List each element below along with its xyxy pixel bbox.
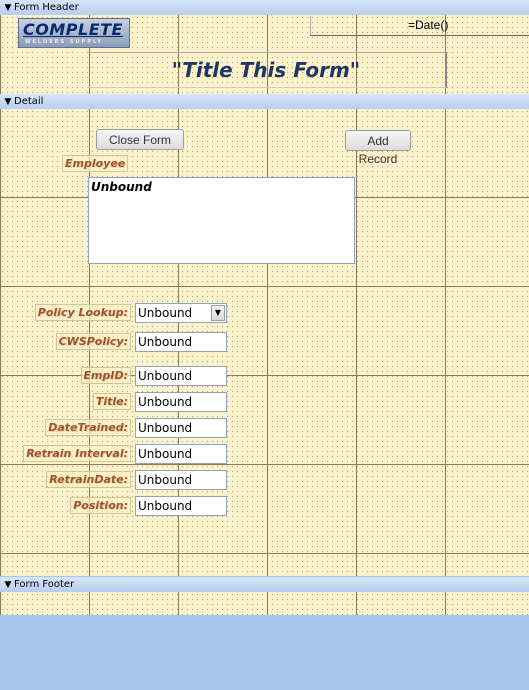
form-footer-grid [0,592,529,615]
detail-bar[interactable]: ▼ Detail [0,94,529,110]
form-header-bar[interactable]: ▼ Form Header [0,0,529,16]
empid-label: EmpID: [80,367,131,384]
cwspolicy-textbox[interactable]: Unbound [135,332,227,352]
company-logo[interactable]: COMPLETE WELDERS SUPPLY [18,18,130,48]
logo-subtext: WELDERS SUPPLY [25,39,103,45]
retrain-interval-label: Retrain Interval: [23,445,131,462]
close-form-button[interactable]: Close Form [96,129,184,150]
form-header-label: Form Header [14,2,79,13]
position-label: Position: [70,497,131,514]
employee-label: Employee [62,155,129,172]
policy-lookup-value: Unbound [138,306,193,320]
form-background-area [0,615,529,690]
policy-lookup-combo[interactable]: Unbound ▼ [135,303,227,323]
datetrained-label: DateTrained: [45,419,131,436]
empid-textbox[interactable]: Unbound [135,366,227,386]
position-textbox[interactable]: Unbound [135,496,227,516]
retraindate-textbox[interactable]: Unbound [135,470,227,490]
cwspolicy-label: CWSPolicy: [55,333,131,350]
employee-subform-value: Unbound [91,180,152,194]
collapse-arrow-icon: ▼ [4,97,12,107]
datetrained-textbox[interactable]: Unbound [135,418,227,438]
title-label: Title: [92,393,131,410]
employee-subform[interactable]: Unbound [88,177,355,264]
collapse-arrow-icon: ▼ [4,3,12,13]
form-footer-bar[interactable]: ▼ Form Footer [0,577,529,593]
logo-text: COMPLETE [23,20,123,39]
add-record-button[interactable]: Add Record [345,130,411,166]
form-footer-label: Form Footer [14,579,75,590]
detail-label: Detail [14,96,44,107]
retrain-interval-textbox[interactable]: Unbound [135,444,227,464]
policy-lookup-label: Policy Lookup: [34,304,131,321]
title-textbox[interactable]: Unbound [135,392,227,412]
collapse-arrow-icon: ▼ [4,580,12,590]
form-title: "Title This Form" [171,58,361,82]
form-title-box[interactable]: "Title This Form" [87,52,447,88]
retraindate-label: RetrainDate: [46,471,131,488]
date-expression: =Date() [408,18,449,32]
dropdown-arrow-icon[interactable]: ▼ [211,305,225,321]
date-textbox[interactable]: =Date() [310,16,529,36]
